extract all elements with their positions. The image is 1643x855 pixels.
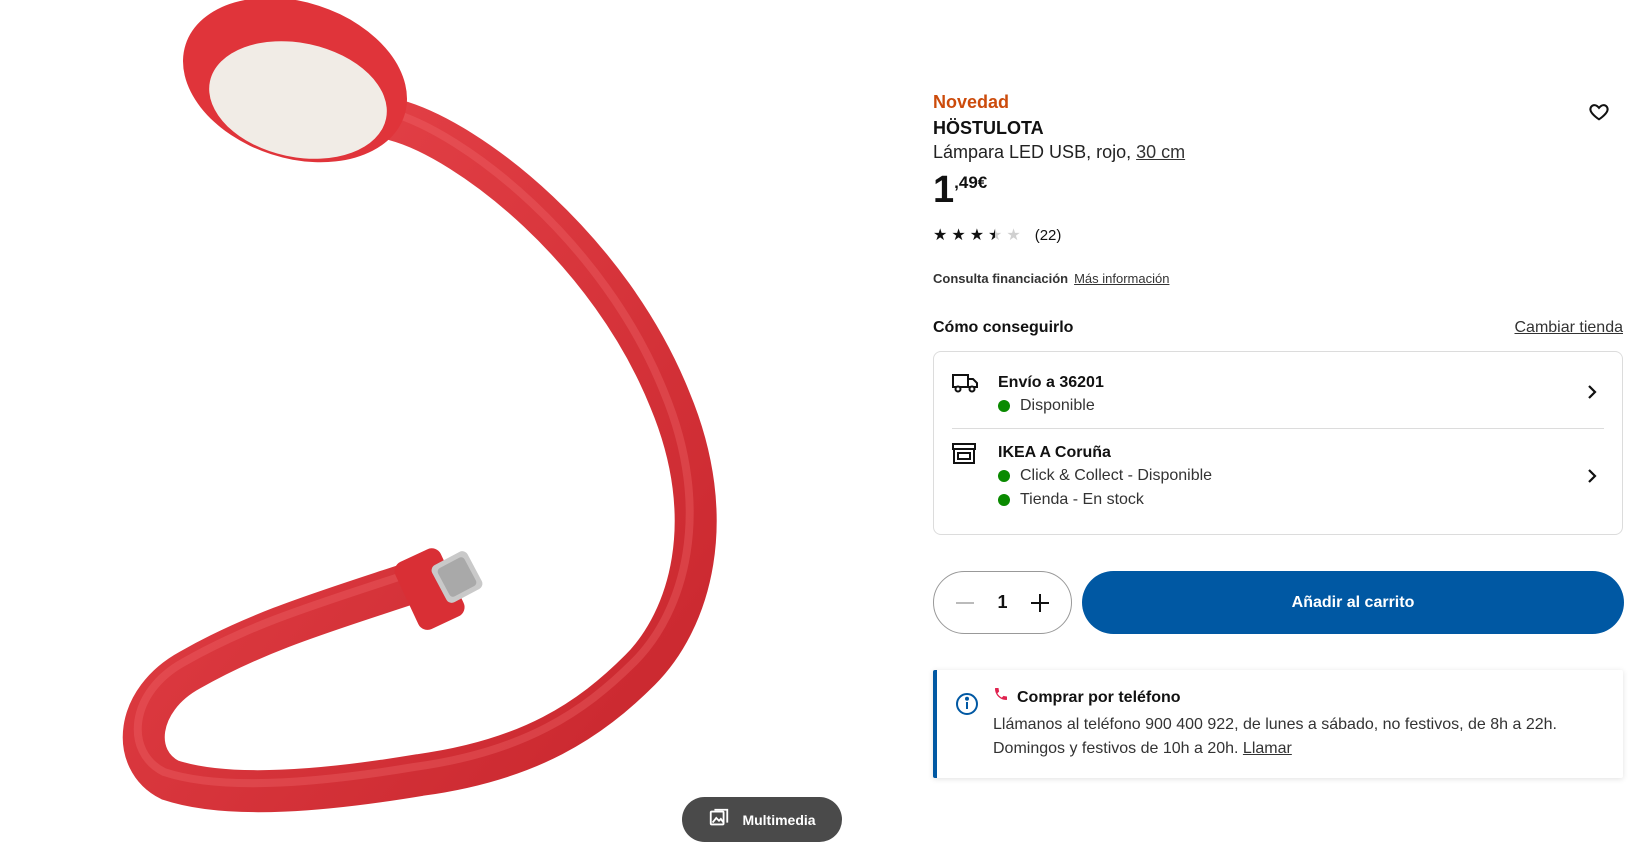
quantity-value[interactable]: 1: [997, 592, 1007, 613]
store-status-stock: Tienda - En stock: [1020, 491, 1144, 508]
availability-box: Envío a 36201 Disponible IKEA A Coruña C…: [933, 351, 1623, 535]
store-title: IKEA A Coruña: [998, 444, 1111, 461]
delivery-title: Envío a 36201: [998, 374, 1104, 391]
product-media: Multimedia: [0, 0, 860, 855]
favorite-button[interactable]: [1585, 100, 1613, 128]
status-dot: [998, 400, 1010, 412]
add-to-cart-button[interactable]: Añadir al carrito: [1082, 571, 1624, 634]
phone-icon: [993, 686, 1009, 709]
multimedia-label: Multimedia: [742, 811, 816, 828]
star-icon: ★: [951, 226, 966, 244]
call-link[interactable]: Llamar: [1243, 740, 1292, 757]
status-dot: [998, 470, 1010, 482]
heart-icon: [1588, 101, 1610, 128]
rating[interactable]: ★ ★ ★ ★ ★ (22): [933, 227, 1061, 244]
phone-text-block: Llámanos al teléfono 900 400 922, de lun…: [993, 713, 1603, 761]
image-gallery-icon: [708, 807, 730, 832]
product-image[interactable]: [0, 0, 860, 855]
store-option[interactable]: IKEA A Coruña Click & Collect - Disponib…: [952, 442, 1604, 512]
increase-quantity-button[interactable]: [1027, 590, 1053, 616]
star-half-icon: ★: [988, 226, 1003, 244]
product-description: Lámpara LED USB, rojo, 30 cm: [933, 140, 1623, 164]
financing: Consulta financiación Más información: [933, 271, 1169, 286]
decrease-quantity-button[interactable]: [952, 590, 978, 616]
product-name: HÖSTULOTA: [933, 118, 1044, 138]
availability-header: Cómo conseguirlo Cambiar tienda: [933, 319, 1623, 337]
status-dot: [998, 494, 1010, 506]
financing-label: Consulta financiación: [933, 271, 1069, 286]
product-price: 1 ,49€: [933, 170, 1623, 210]
store-status-collect: Click & Collect - Disponible: [1020, 467, 1213, 484]
quantity-stepper: 1: [933, 571, 1072, 634]
chevron-right-icon: [1586, 384, 1598, 405]
product-info: Novedad HÖSTULOTA Lámpara LED USB, rojo,…: [933, 90, 1623, 210]
truck-icon: [952, 372, 980, 418]
rating-count: (22): [1034, 227, 1062, 244]
financing-link[interactable]: Más información: [1074, 271, 1169, 286]
product-description-text: Lámpara LED USB, rojo,: [933, 142, 1137, 162]
delivery-status: Disponible: [1020, 397, 1095, 414]
star-icon: ★: [933, 226, 948, 244]
star-empty-icon: ★: [1006, 226, 1021, 244]
multimedia-button[interactable]: Multimedia: [682, 797, 842, 842]
availability-title: Cómo conseguirlo: [933, 319, 1074, 336]
phone-title: Comprar por teléfono: [1017, 688, 1181, 706]
store-icon: [952, 442, 980, 512]
price-integer: 1: [933, 169, 955, 211]
price-decimal: ,49€: [954, 173, 988, 192]
change-store-link[interactable]: Cambiar tienda: [1515, 319, 1624, 337]
size-link[interactable]: 30 cm: [1136, 142, 1185, 162]
delivery-option[interactable]: Envío a 36201 Disponible: [952, 372, 1604, 418]
star-icon: ★: [969, 226, 985, 244]
chevron-right-icon: [1586, 468, 1598, 489]
new-badge: Novedad: [933, 92, 1010, 112]
phone-order-box: Comprar por teléfono Llámanos al teléfon…: [933, 670, 1623, 778]
divider: [952, 428, 1604, 429]
info-icon: [955, 692, 979, 721]
